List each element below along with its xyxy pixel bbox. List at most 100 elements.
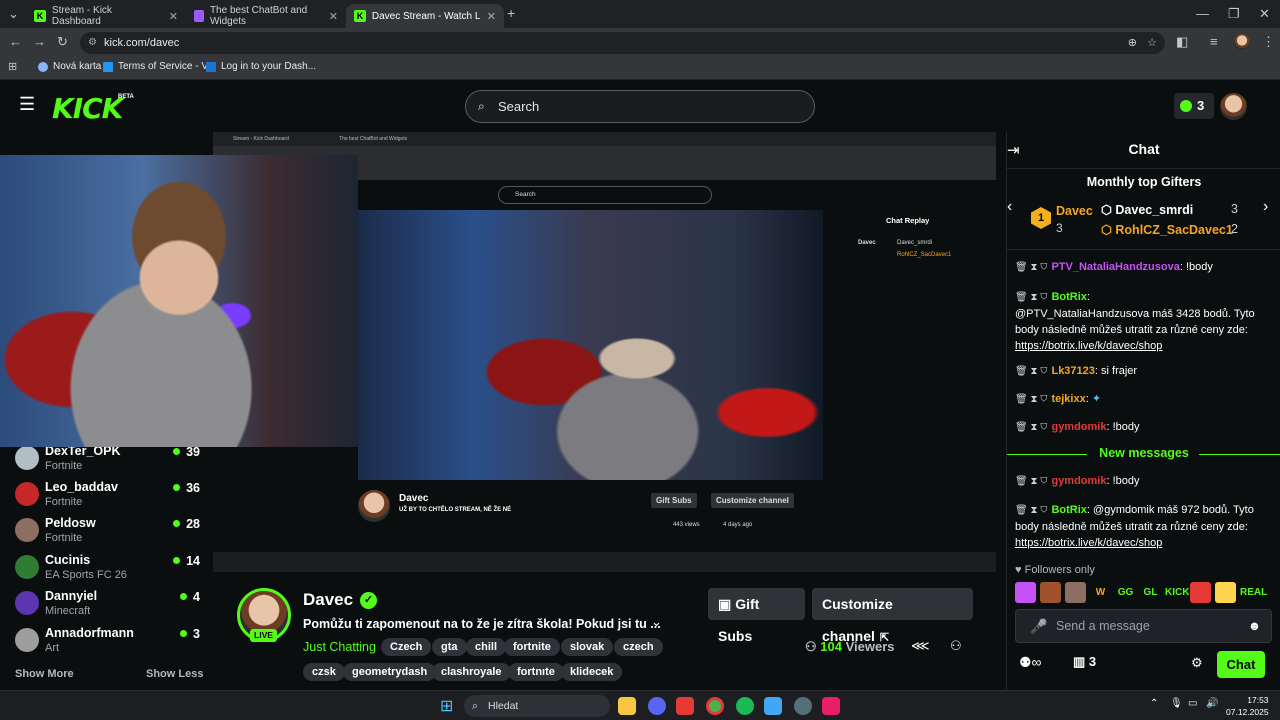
taskbar-search[interactable]: ⌕ Hledat <box>464 695 610 717</box>
sidebar-channel[interactable]: Peldosw Fortnite 28 <box>15 514 200 550</box>
channel-points-icon[interactable]: ⚉∞ <box>1019 654 1042 671</box>
sidebar-channel[interactable]: DexTer_OPK Fortnite 39 <box>15 442 200 478</box>
close-icon[interactable]: ✕ <box>169 10 178 23</box>
chat-username[interactable]: PTV_NataliaHandzusova <box>1051 261 1179 273</box>
show-less-button[interactable]: Show Less <box>146 668 203 680</box>
reload-icon[interactable]: ↻ <box>57 34 68 50</box>
mod-tools-icon[interactable]: 🗑 ⧗ ⛉ <box>1015 366 1047 377</box>
emote-icon[interactable]: W <box>1090 582 1111 603</box>
stream-tag[interactable]: czsk <box>303 663 345 681</box>
mod-tools-icon[interactable]: 🗑 ⧗ ⛉ <box>1015 422 1047 433</box>
bookmark-terms[interactable]: Terms of Service - V... <box>103 61 215 72</box>
obs-icon[interactable] <box>794 697 812 715</box>
points-indicator[interactable]: ▥ 3 <box>1073 654 1096 670</box>
stream-tag[interactable]: gta <box>432 638 467 656</box>
tray-chevron-icon[interactable]: ⌃ <box>1150 698 1158 709</box>
spotify-icon[interactable] <box>736 697 754 715</box>
tab-kick-dashboard[interactable]: K Stream - Kick Dashboard ✕ <box>26 4 186 28</box>
gift-subs-button[interactable]: ▣ Gift Subs <box>708 588 805 644</box>
emote-icon[interactable]: GG <box>1115 582 1136 603</box>
send-chat-button[interactable]: Chat <box>1217 651 1265 678</box>
new-tab-button[interactable]: + <box>507 5 515 21</box>
stream-tag[interactable]: klidecek <box>561 663 623 681</box>
chat-link[interactable]: https://botrix.live/k/davec/shop <box>1015 537 1162 549</box>
stream-tag[interactable]: czech <box>614 638 663 656</box>
bookmark-new-tab[interactable]: Nová karta <box>38 61 101 72</box>
extensions-icon[interactable]: ◧ <box>1176 34 1188 50</box>
mod-tools-icon[interactable]: 🗑 ⧗ ⛉ <box>1015 394 1047 405</box>
emote-icon[interactable] <box>1040 582 1061 603</box>
bookmark-login[interactable]: Log in to your Dash... <box>206 61 316 72</box>
site-info-icon[interactable]: ⚙ <box>88 32 97 54</box>
network-icon[interactable]: ▭ <box>1188 698 1197 709</box>
restore-icon[interactable]: ❐ <box>1228 6 1240 22</box>
stream-tag[interactable]: Czech <box>381 638 432 656</box>
customize-channel-button[interactable]: Customize channel ⇱ <box>812 588 973 644</box>
stream-category[interactable]: Just Chatting <box>303 640 376 654</box>
address-bar[interactable]: ⚙ kick.com/davec ⊕ ☆ <box>80 32 1165 54</box>
emote-icon[interactable] <box>1215 582 1236 603</box>
forward-icon[interactable]: → <box>33 34 46 49</box>
chat-username[interactable]: BotRix <box>1051 504 1086 516</box>
stream-tag[interactable]: fortnite <box>504 638 560 656</box>
chat-username[interactable]: gymdomik <box>1051 475 1106 487</box>
chat-username[interactable]: gymdomik <box>1051 421 1106 433</box>
show-more-button[interactable]: Show More <box>15 668 74 680</box>
stream-tag[interactable]: geometrydash <box>343 663 437 681</box>
clock[interactable]: 17:53 07.12.2025 <box>1226 694 1269 718</box>
share-icon[interactable]: ⋘ <box>911 638 930 654</box>
volume-icon[interactable]: 🔊 <box>1206 698 1218 709</box>
app-icon[interactable] <box>676 697 694 715</box>
mic-tray-icon[interactable]: 🎙 <box>1170 698 1183 709</box>
follow-user-icon[interactable]: ⚇ <box>950 638 962 654</box>
emote-icon[interactable]: KICK <box>1165 582 1189 603</box>
stream-tag[interactable]: slovak <box>561 638 614 656</box>
reading-list-icon[interactable]: ≡ <box>1210 34 1218 49</box>
chevron-down-icon[interactable]: ⌄ <box>651 614 662 630</box>
user-avatar[interactable] <box>1220 93 1247 120</box>
emote-icon[interactable]: GL <box>1140 582 1161 603</box>
chat-username[interactable]: tejkixx <box>1051 393 1085 405</box>
search-input[interactable]: ⌕ Search <box>465 90 815 123</box>
chat-username[interactable]: Lk37123 <box>1051 365 1094 377</box>
mod-tools-icon[interactable]: 🗑 ⧗ ⛉ <box>1015 505 1047 516</box>
sidebar-channel[interactable]: Dannyiel Minecraft 4 <box>15 587 200 623</box>
chevron-right-icon[interactable]: › <box>1263 198 1268 216</box>
chrome-icon[interactable] <box>706 697 724 715</box>
streamer-name[interactable]: Davec <box>303 590 353 610</box>
file-explorer-icon[interactable] <box>618 697 636 715</box>
tab-botrix[interactable]: The best ChatBot and Widgets ✕ <box>186 4 346 28</box>
chat-username[interactable]: BotRix <box>1051 291 1086 303</box>
kick-logo[interactable]: KICK <box>52 92 123 125</box>
new-messages-label[interactable]: New messages <box>1007 446 1280 460</box>
windows-start-icon[interactable]: ⊞ <box>440 696 453 716</box>
tab-search-icon[interactable]: ⌄ <box>8 6 19 22</box>
emote-icon[interactable] <box>1065 582 1086 603</box>
back-icon[interactable]: ← <box>9 34 22 49</box>
kicks-balance[interactable]: 3 <box>1174 93 1214 119</box>
stream-tag[interactable]: chill <box>466 638 507 656</box>
zoom-icon[interactable]: ⊕ <box>1128 32 1137 54</box>
emote-icon[interactable] <box>1015 582 1036 603</box>
chat-link[interactable]: https://botrix.live/k/davec/shop <box>1015 340 1162 352</box>
sidebar-channel[interactable]: Annadorfmann Art 3 <box>15 624 200 660</box>
menu-icon[interactable]: ⋮ <box>1262 34 1275 50</box>
chevron-left-icon[interactable]: ‹ <box>1007 198 1012 216</box>
minimize-icon[interactable]: — <box>1196 6 1209 21</box>
gifter2[interactable]: ⬡ Davec_smrdi <box>1101 202 1193 217</box>
bookmark-star-icon[interactable]: ☆ <box>1147 32 1157 54</box>
microphone-icon[interactable]: 🎤 <box>1030 610 1047 642</box>
tiktok-icon[interactable] <box>822 697 840 715</box>
mod-tools-icon[interactable]: 🗑 ⧗ ⛉ <box>1015 292 1047 303</box>
mod-tools-icon[interactable]: 🗑 ⧗ ⛉ <box>1015 262 1047 273</box>
tab-davec-stream[interactable]: K Davec Stream - Watch Live on ✕ <box>346 4 504 28</box>
discord-icon[interactable] <box>648 697 666 715</box>
close-icon[interactable]: ✕ <box>329 10 338 23</box>
notepad-icon[interactable] <box>764 697 782 715</box>
emote-icon[interactable]: REAL <box>1240 582 1267 603</box>
gifter3[interactable]: ⬡ RohlCZ_SacDavec1 <box>1101 222 1233 237</box>
close-window-icon[interactable]: ✕ <box>1259 6 1270 22</box>
gifter-name[interactable]: Davec <box>1056 204 1093 218</box>
close-icon[interactable]: ✕ <box>487 10 496 23</box>
chat-input[interactable]: 🎤 Send a message ☻ <box>1015 609 1272 643</box>
